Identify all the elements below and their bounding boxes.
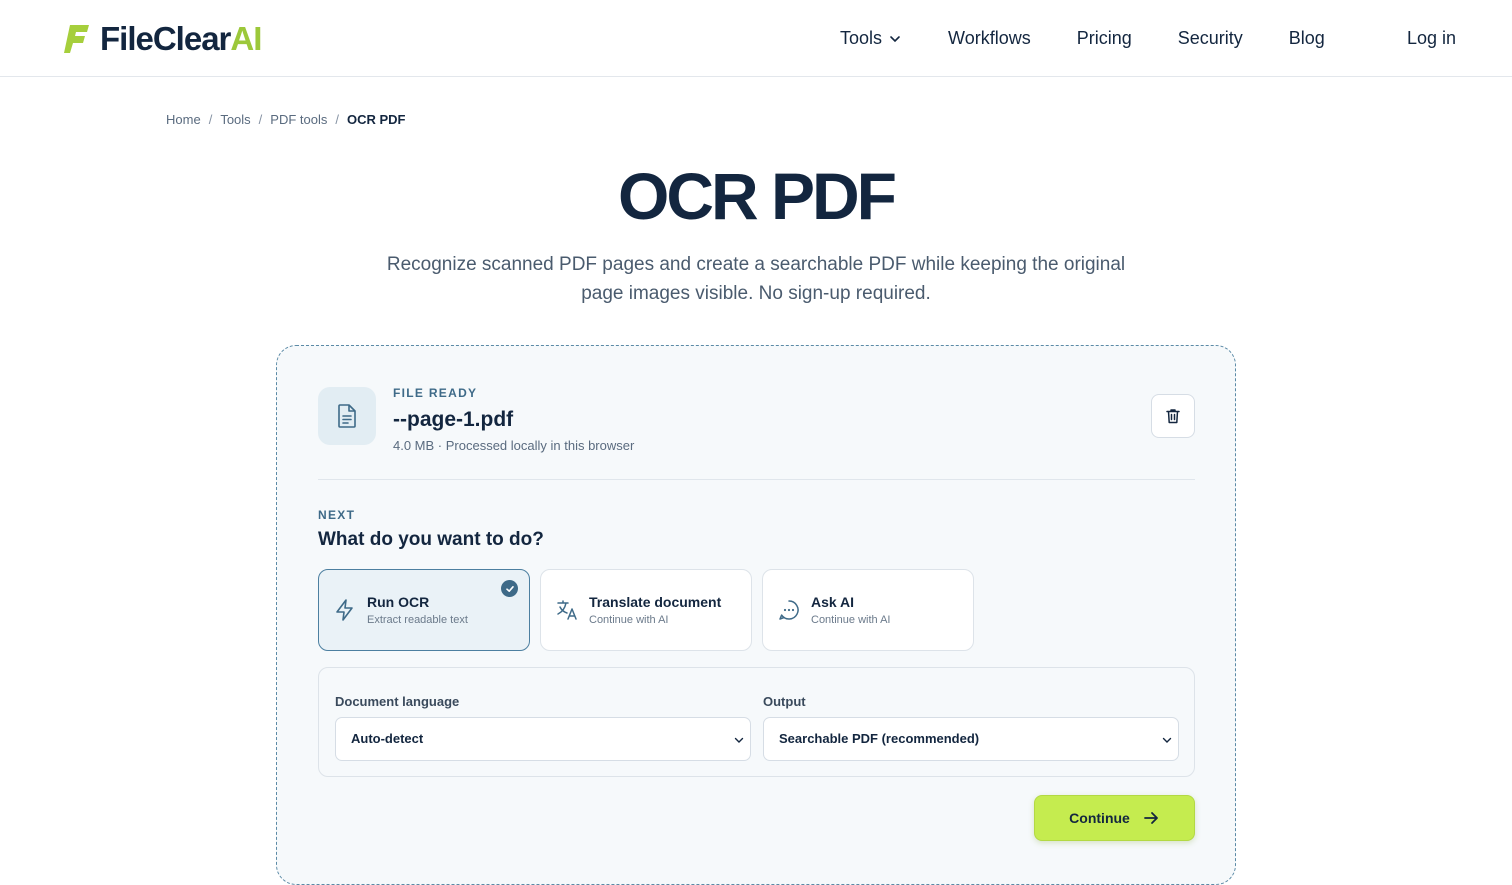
lightning-icon xyxy=(336,599,353,621)
option-subtitle: Continue with AI xyxy=(589,614,669,626)
top-header: FileClearAI Tools Workflows Pricing Secu… xyxy=(0,0,1512,77)
trash-icon xyxy=(1166,409,1180,424)
option-ask-ai[interactable]: Ask AI Continue with AI xyxy=(762,569,974,651)
nav-security[interactable]: Security xyxy=(1178,28,1243,49)
option-run-ocr[interactable]: Run OCR Extract readable text xyxy=(318,569,530,651)
divider xyxy=(318,479,1195,480)
option-subtitle: Continue with AI xyxy=(811,614,891,626)
option-translate-document[interactable]: Translate document Continue with AI xyxy=(540,569,752,651)
continue-label: Continue xyxy=(1069,810,1130,826)
nav-pricing[interactable]: Pricing xyxy=(1077,28,1132,49)
file-status: FILE READY xyxy=(393,386,478,400)
breadcrumb-separator: / xyxy=(335,112,339,127)
file-text-icon xyxy=(338,404,356,428)
check-icon xyxy=(501,580,518,597)
language-label: Document language xyxy=(335,694,460,709)
nav-tools-label: Tools xyxy=(840,28,883,48)
action-question: What do you want to do? xyxy=(318,529,544,550)
nav-blog[interactable]: Blog xyxy=(1289,28,1325,49)
main-nav: Tools Workflows Pricing Security Blog xyxy=(840,28,1371,49)
logo-mark-icon xyxy=(64,25,89,53)
brand-name: FileClearAI xyxy=(100,20,262,57)
login-link[interactable]: Log in xyxy=(1407,28,1456,49)
option-title: Ask AI xyxy=(811,594,855,610)
output-label: Output xyxy=(763,694,806,709)
brand-logo[interactable]: FileClearAI xyxy=(64,20,262,58)
breadcrumb-home[interactable]: Home xyxy=(166,112,201,127)
breadcrumb-tools[interactable]: Tools xyxy=(220,112,250,127)
chevron-down-icon xyxy=(890,35,900,42)
option-subtitle: Extract readable text xyxy=(367,614,468,626)
delete-file-button[interactable] xyxy=(1151,394,1195,438)
breadcrumb-separator: / xyxy=(258,112,263,127)
option-title: Run OCR xyxy=(367,594,430,610)
chevron-down-icon xyxy=(1162,737,1172,743)
language-select[interactable]: Auto-detect xyxy=(335,717,751,761)
breadcrumb-current: OCR PDF xyxy=(347,112,406,127)
file-meta: 4.0 MB · Processed locally in this brows… xyxy=(393,438,635,453)
breadcrumb-pdf-tools[interactable]: PDF tools xyxy=(270,112,327,127)
next-label: NEXT xyxy=(318,508,356,522)
breadcrumb: Home / Tools / PDF tools / OCR PDF xyxy=(166,112,406,127)
file-name: --page-1.pdf xyxy=(393,408,514,431)
page-subtitle: Recognize scanned PDF pages and create a… xyxy=(386,254,1126,304)
breadcrumb-separator: / xyxy=(208,112,213,127)
language-value: Auto-detect xyxy=(351,731,424,746)
ocr-settings-panel: Document language Auto-detect Output Sea… xyxy=(318,667,1195,777)
translate-icon xyxy=(557,600,577,620)
upload-card: FILE READY --page-1.pdf 4.0 MB · Process… xyxy=(276,345,1236,885)
nav-workflows[interactable]: Workflows xyxy=(948,28,1031,49)
chevron-down-icon xyxy=(734,737,744,743)
file-icon-box xyxy=(318,387,376,445)
arrow-right-icon xyxy=(1143,812,1158,824)
output-value: Searchable PDF (recommended) xyxy=(779,731,980,746)
page-title: OCR PDF xyxy=(618,159,897,233)
option-title: Translate document xyxy=(589,594,722,610)
chat-icon xyxy=(779,600,799,620)
nav-tools[interactable]: Tools xyxy=(840,28,902,49)
continue-button[interactable]: Continue xyxy=(1034,795,1195,841)
output-select[interactable]: Searchable PDF (recommended) xyxy=(763,717,1179,761)
